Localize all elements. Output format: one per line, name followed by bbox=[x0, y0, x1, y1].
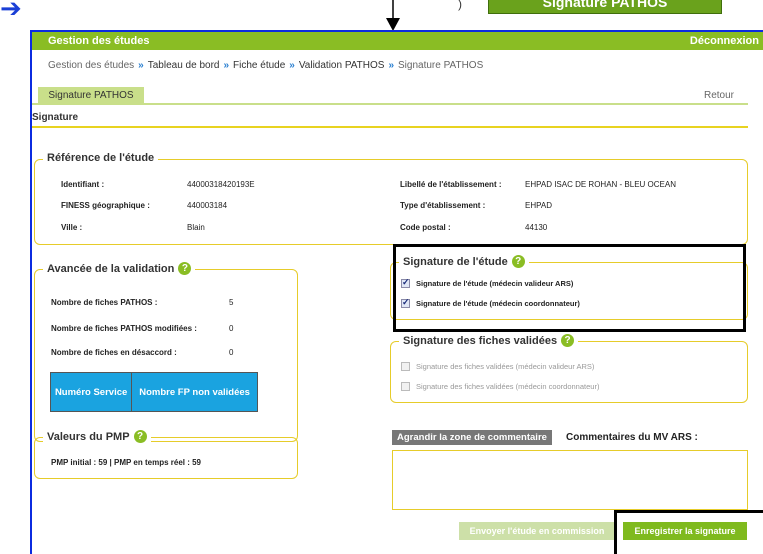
checkbox-label: Signature de l'étude (médecin coordonnat… bbox=[416, 299, 580, 308]
ville-value: Blain bbox=[187, 223, 205, 232]
breadcrumb-item[interactable]: Validation PATHOS bbox=[299, 60, 385, 71]
nb-fiches-modifiees-label: Nombre de fiches PATHOS modifiées : bbox=[51, 324, 197, 333]
reference-legend: Référence de l'étude bbox=[43, 152, 159, 164]
checkbox-row: Signature des fiches validées (médecin c… bbox=[401, 382, 599, 391]
signature-etude-legend-text: Signature de l'étude bbox=[403, 255, 508, 268]
checkbox-label: Signature des fiches validées (médecin v… bbox=[416, 362, 595, 371]
back-link[interactable]: Retour bbox=[704, 90, 734, 101]
finess-value: 440003184 bbox=[187, 201, 228, 210]
pmp-values: PMP initial : 59 | PMP en temps réel : 5… bbox=[51, 458, 201, 467]
ville-label: Ville : bbox=[61, 223, 83, 232]
nb-fiches-label: Nombre de fiches PATHOS : bbox=[51, 298, 158, 307]
banner-signature-pathos: Signature PATHOS bbox=[488, 0, 722, 14]
finess-label: FINESS géographique : bbox=[61, 201, 150, 210]
breadcrumb-separator-icon: » bbox=[138, 60, 144, 71]
checkbox-row[interactable]: Signature de l'étude (médecin coordonnat… bbox=[401, 297, 580, 308]
signature-etude-panel: Signature de l'étude? Signature de l'étu… bbox=[390, 255, 748, 320]
down-arrow-icon bbox=[386, 0, 400, 31]
checkbox-unchecked bbox=[401, 362, 410, 371]
link-arrow-icon: ➔ bbox=[0, 0, 22, 22]
code-postal-label: Code postal : bbox=[400, 223, 451, 232]
breadcrumb-separator-icon: » bbox=[223, 60, 230, 71]
breadcrumb-item[interactable]: Fiche étude bbox=[233, 60, 285, 71]
breadcrumb-separator-icon: » bbox=[388, 60, 395, 71]
identifiant-value: 44000318420193E bbox=[187, 180, 255, 189]
expand-comment-button[interactable]: Agrandir la zone de commentaire bbox=[392, 430, 552, 445]
checkbox-checked[interactable] bbox=[401, 297, 410, 308]
comment-label: Commentaires du MV ARS : bbox=[566, 432, 698, 443]
section-title: Signature bbox=[32, 112, 79, 123]
table-header-nombre-fp[interactable]: Nombre FP non validées bbox=[132, 373, 257, 411]
checkbox-label: Signature de l'étude (médecin valideur A… bbox=[416, 279, 574, 288]
logout-link[interactable]: Déconnexion bbox=[690, 35, 759, 47]
pmp-legend-text: Valeurs du PMP bbox=[47, 430, 130, 443]
code-postal-value: 44130 bbox=[525, 223, 548, 232]
checkbox-checked[interactable] bbox=[401, 277, 410, 288]
banner-label: Signature PATHOS bbox=[542, 0, 668, 10]
breadcrumb: Gestion des études» Tableau de bord» Fiche… bbox=[48, 60, 483, 71]
checkbox-unchecked bbox=[401, 382, 410, 391]
tab-signature-pathos[interactable]: Signature PATHOS bbox=[38, 87, 144, 105]
libelle-label: Libellé de l'établissement : bbox=[400, 180, 502, 189]
type-value: EHPAD bbox=[525, 201, 552, 210]
pmp-panel: Valeurs du PMP? PMP initial : 59 | PMP e… bbox=[34, 430, 298, 479]
breadcrumb-item[interactable]: Gestion des études bbox=[48, 60, 134, 71]
help-icon[interactable]: ? bbox=[511, 255, 525, 268]
avancee-panel: Avancée de la validation? Nombre de fich… bbox=[34, 262, 298, 442]
help-icon[interactable]: ? bbox=[133, 430, 147, 443]
reference-legend-text: Référence de l'étude bbox=[47, 152, 155, 164]
signature-fiches-panel: Signature des fiches validées? Signature… bbox=[390, 334, 748, 403]
checkbox-label: Signature des fiches validées (médecin c… bbox=[416, 382, 600, 391]
signature-fiches-legend: Signature des fiches validées? bbox=[399, 334, 579, 347]
identifiant-label: Identifiant : bbox=[61, 180, 105, 189]
avancee-legend: Avancée de la validation? bbox=[43, 262, 196, 275]
services-table: Numéro Service Nombre FP non validées bbox=[50, 372, 258, 412]
app-window: Gestion des études Déconnexion Gestion d… bbox=[30, 30, 763, 554]
signature-fiches-legend-text: Signature des fiches validées bbox=[403, 334, 558, 347]
libelle-value: EHPAD ISAC DE ROHAN - BLEU OCEAN bbox=[525, 180, 676, 189]
top-header: Gestion des études Déconnexion bbox=[32, 32, 763, 50]
reference-panel: Référence de l'étude Identifiant : 44000… bbox=[34, 152, 748, 245]
nb-fiches-value: 5 bbox=[229, 298, 234, 307]
type-label: Type d'établissement : bbox=[400, 201, 486, 210]
help-icon[interactable]: ? bbox=[561, 334, 575, 347]
checkbox-row[interactable]: Signature de l'étude (médecin valideur A… bbox=[401, 277, 574, 288]
table-header-numero-service[interactable]: Numéro Service bbox=[51, 373, 133, 411]
nb-fiches-desaccord-label: Nombre de fiches en désaccord : bbox=[51, 348, 177, 357]
pmp-legend: Valeurs du PMP? bbox=[43, 430, 151, 443]
help-icon[interactable]: ? bbox=[178, 262, 192, 275]
header-title[interactable]: Gestion des études bbox=[48, 35, 149, 47]
nb-fiches-modifiees-value: 0 bbox=[229, 324, 234, 333]
checkbox-row: Signature des fiches validées (médecin v… bbox=[401, 362, 594, 371]
comment-textarea[interactable] bbox=[392, 450, 748, 510]
breadcrumb-item[interactable]: Tableau de bord bbox=[148, 60, 220, 71]
paren-fragment: ) bbox=[458, 0, 462, 11]
nb-fiches-desaccord-value: 0 bbox=[229, 348, 234, 357]
avancee-legend-text: Avancée de la validation bbox=[47, 262, 175, 275]
signature-etude-legend: Signature de l'étude? bbox=[399, 255, 529, 268]
save-signature-button[interactable]: Enregistrer la signature bbox=[623, 522, 747, 540]
breadcrumb-separator-icon: » bbox=[289, 60, 295, 71]
tab-bar: Signature PATHOS Retour bbox=[32, 87, 748, 105]
send-to-commission-button: Envoyer l'étude en commission bbox=[459, 522, 615, 540]
section-divider bbox=[32, 126, 748, 128]
breadcrumb-current: Signature PATHOS bbox=[398, 60, 484, 71]
